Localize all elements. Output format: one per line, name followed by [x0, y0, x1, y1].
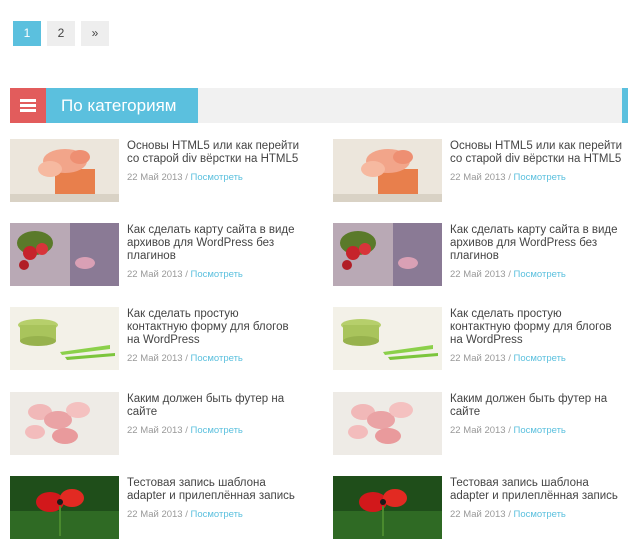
page-2-button[interactable]: 2: [47, 21, 75, 46]
next-page-button[interactable]: »: [81, 21, 109, 46]
read-more-link[interactable]: Посмотреть: [514, 353, 566, 364]
post-title[interactable]: Основы HTML5 или как перейти со старой d…: [450, 140, 625, 166]
read-more-link[interactable]: Посмотреть: [514, 425, 566, 436]
post-thumbnail-red-berries[interactable]: [10, 223, 119, 286]
post-title[interactable]: Тестовая запись шаблона adapter и прилеп…: [127, 477, 302, 503]
post-item: Как сделать простую контактную форму для…: [333, 307, 623, 370]
post-item: Каким должен быть футер на сайте 22 Май …: [10, 392, 300, 455]
post-thumbnail-green-bowls[interactable]: [10, 307, 119, 370]
post-date: 22 Май 2013: [450, 269, 506, 280]
post-title[interactable]: Как сделать простую контактную форму для…: [127, 308, 302, 347]
section-title: По категориям: [61, 96, 177, 115]
page-1-button[interactable]: 1: [13, 21, 41, 46]
post-date: 22 Май 2013: [127, 172, 183, 183]
read-more-link[interactable]: Посмотреть: [514, 509, 566, 520]
post-date: 22 Май 2013: [450, 509, 506, 520]
post-item: Тестовая запись шаблона adapter и прилеп…: [333, 476, 623, 539]
post-thumbnail-orange-flower[interactable]: [333, 139, 442, 202]
post-item: Каким должен быть футер на сайте 22 Май …: [333, 392, 623, 455]
post-item: Как сделать простую контактную форму для…: [10, 307, 300, 370]
post-item: Тестовая запись шаблона adapter и прилеп…: [10, 476, 300, 539]
post-date: 22 Май 2013: [127, 509, 183, 520]
read-more-link[interactable]: Посмотреть: [191, 353, 243, 364]
posts-column-left: Основы HTML5 или как перейти со старой d…: [10, 139, 300, 560]
read-more-link[interactable]: Посмотреть: [514, 269, 566, 280]
read-more-link[interactable]: Посмотреть: [191, 509, 243, 520]
category-section-header: По категориям: [10, 88, 628, 123]
post-title[interactable]: Как сделать карту сайта в виде архивов д…: [450, 224, 625, 263]
post-date: 22 Май 2013: [450, 425, 506, 436]
pagination: 1 2 »: [13, 21, 109, 46]
post-date: 22 Май 2013: [450, 172, 506, 183]
post-thumbnail-orange-flower[interactable]: [10, 139, 119, 202]
post-date: 22 Май 2013: [127, 269, 183, 280]
read-more-link[interactable]: Посмотреть: [191, 425, 243, 436]
post-thumbnail-red-poppy[interactable]: [10, 476, 119, 539]
header-accent: [622, 88, 628, 123]
post-title[interactable]: Каким должен быть футер на сайте: [127, 393, 302, 419]
post-thumbnail-pink-orchids[interactable]: [10, 392, 119, 455]
read-more-link[interactable]: Посмотреть: [191, 269, 243, 280]
post-thumbnail-red-berries[interactable]: [333, 223, 442, 286]
post-item: Основы HTML5 или как перейти со старой d…: [333, 139, 623, 202]
post-date: 22 Май 2013: [127, 353, 183, 364]
read-more-link[interactable]: Посмотреть: [191, 172, 243, 183]
post-title[interactable]: Как сделать простую контактную форму для…: [450, 308, 625, 347]
post-thumbnail-pink-orchids[interactable]: [333, 392, 442, 455]
post-thumbnail-red-poppy[interactable]: [333, 476, 442, 539]
post-date: 22 Май 2013: [450, 353, 506, 364]
section-title-box: По категориям: [46, 88, 198, 123]
posts-column-right: Основы HTML5 или как перейти со старой d…: [333, 139, 623, 560]
post-item: Как сделать карту сайта в виде архивов д…: [333, 223, 623, 286]
post-thumbnail-green-bowls[interactable]: [333, 307, 442, 370]
post-title[interactable]: Тестовая запись шаблона adapter и прилеп…: [450, 477, 625, 503]
post-date: 22 Май 2013: [127, 425, 183, 436]
hamburger-menu-icon[interactable]: [10, 88, 46, 123]
read-more-link[interactable]: Посмотреть: [514, 172, 566, 183]
post-item: Как сделать карту сайта в виде архивов д…: [10, 223, 300, 286]
post-item: Основы HTML5 или как перейти со старой d…: [10, 139, 300, 202]
post-title[interactable]: Каким должен быть футер на сайте: [450, 393, 625, 419]
post-title[interactable]: Основы HTML5 или как перейти со старой d…: [127, 140, 302, 166]
post-title[interactable]: Как сделать карту сайта в виде архивов д…: [127, 224, 302, 263]
